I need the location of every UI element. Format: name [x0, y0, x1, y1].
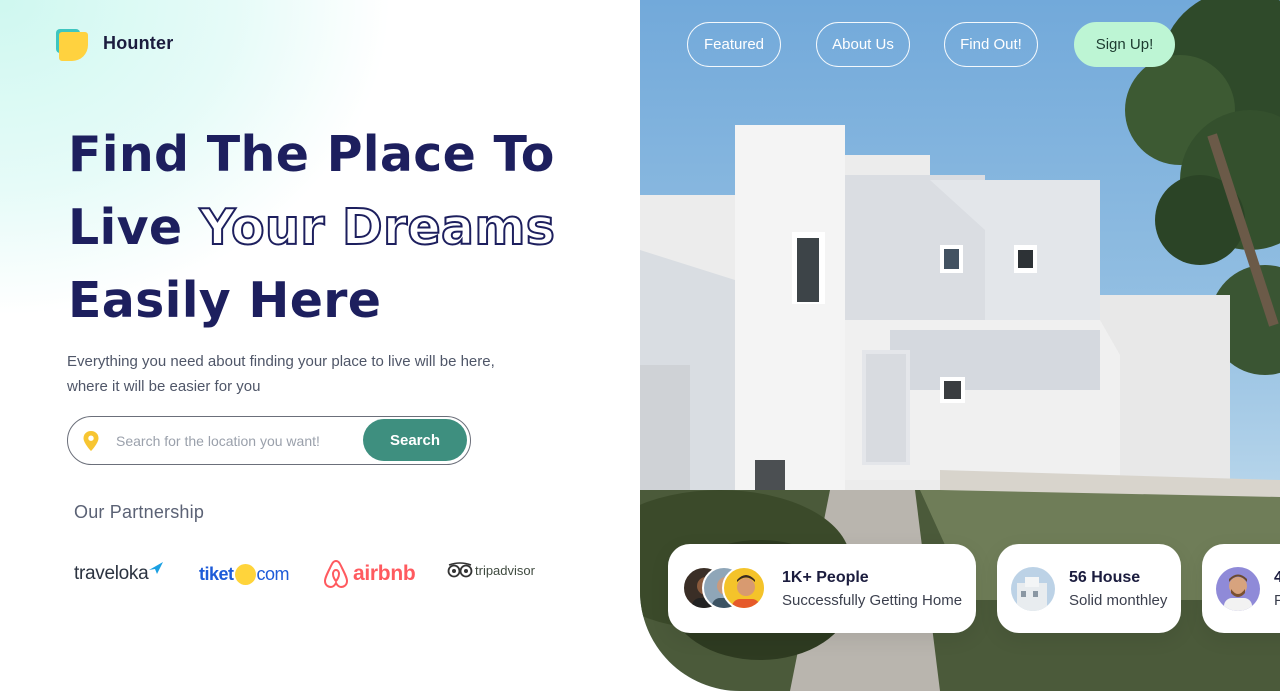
hero-headline: Find The Place To Live Your Dreams Easil…	[68, 118, 628, 337]
search-bar: Search	[67, 416, 471, 465]
brand-name: Hounter	[103, 33, 174, 53]
traveloka-logo[interactable]: traveloka	[74, 556, 164, 592]
search-button[interactable]: Search	[363, 419, 467, 461]
stat-subtitle: Solid monthley	[1069, 591, 1168, 609]
avatar-group	[682, 565, 768, 612]
stat-subtitle: Successfully Getting Home	[782, 591, 963, 609]
hero-left-panel: Hounter Find The Place To Live Your Drea…	[0, 0, 640, 691]
stat-card-people: 1K+ People Successfully Getting Home	[668, 544, 976, 633]
headline-line-3: Easily Here	[68, 272, 382, 329]
logo-mark-icon	[56, 29, 89, 62]
partnership-title: Our Partnership	[74, 502, 205, 522]
headline-line-2: Live Your Dreams	[68, 191, 628, 264]
brand-logo[interactable]: Hounter	[56, 29, 173, 62]
location-pin-icon	[83, 430, 99, 451]
nav-about-button[interactable]: About Us	[816, 22, 910, 67]
white-house	[640, 125, 1230, 520]
stat-subtitle: F	[1274, 591, 1280, 609]
traveloka-bird-icon	[149, 562, 164, 574]
tiket-logo[interactable]: tiket com	[199, 556, 290, 592]
avatar	[1216, 566, 1260, 611]
headline-live: Live	[68, 199, 183, 256]
nav-find-out-button[interactable]: Find Out!	[944, 22, 1038, 67]
subtext-line-2: where it will be easier for you	[67, 378, 261, 395]
stat-card-partial: 4 F	[1202, 544, 1280, 633]
sign-up-button[interactable]: Sign Up!	[1074, 22, 1175, 67]
airbnb-belo-icon	[323, 559, 349, 589]
house-thumbnail	[1011, 566, 1055, 611]
stat-card-houses: 56 House Solid monthley	[997, 544, 1181, 633]
stat-text: 4 F	[1274, 569, 1280, 609]
headline-your-dreams: Your Dreams	[199, 198, 556, 257]
hero-subtext: Everything you need about finding your p…	[67, 349, 527, 399]
nav-featured-button[interactable]: Featured	[687, 22, 781, 67]
partner-logos: traveloka tiket com airbnb tripadvisor	[74, 556, 554, 596]
tripadvisor-logo[interactable]: tripadvisor	[447, 552, 535, 588]
stat-title: 1K+ People	[782, 568, 869, 586]
stat-text: 1K+ People Successfully Getting Home	[782, 569, 962, 609]
subtext-line-1: Everything you need about finding your p…	[67, 353, 495, 370]
stat-title: 4	[1274, 568, 1280, 586]
search-input[interactable]	[116, 432, 338, 449]
headline-line-1: Find The Place To	[68, 126, 555, 183]
tripadvisor-owl-icon	[447, 562, 473, 578]
airbnb-logo[interactable]: airbnb	[323, 556, 416, 592]
stat-text: 56 House Solid monthley	[1069, 569, 1167, 609]
avatar	[722, 565, 766, 610]
hero-image-panel: Featured About Us Find Out! Sign Up! 1K+…	[640, 0, 1280, 691]
stat-title: 56 House	[1069, 568, 1141, 586]
